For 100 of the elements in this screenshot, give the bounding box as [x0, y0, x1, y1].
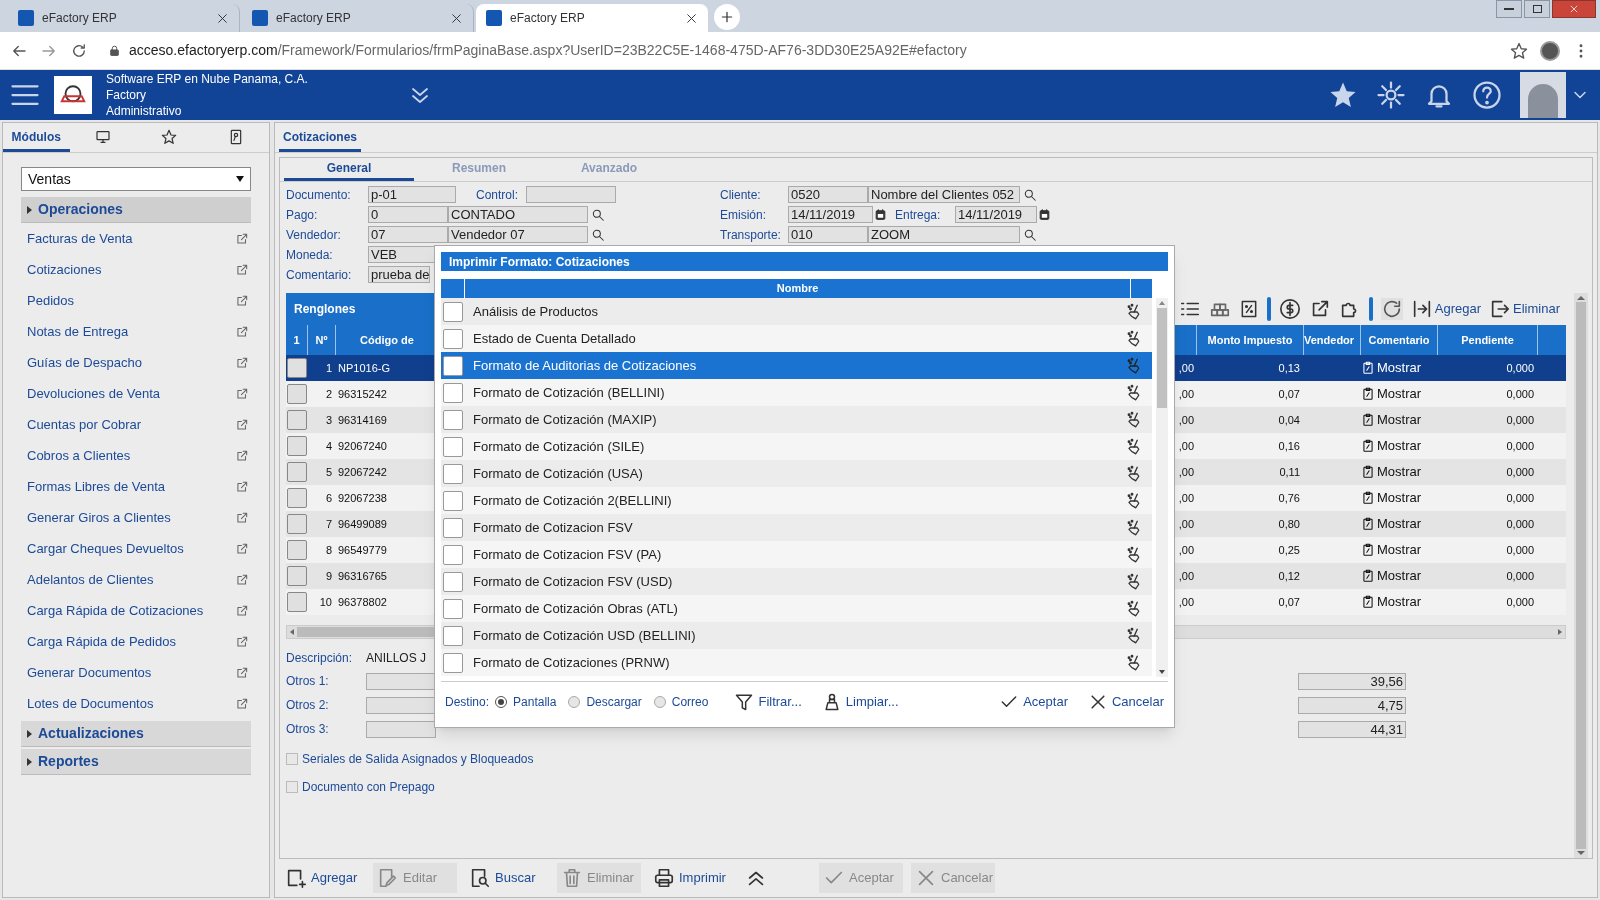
format-row[interactable]: Formato de Cotización Obras (ATL) — [441, 595, 1152, 622]
row-checkbox[interactable] — [443, 490, 463, 511]
row-checkbox[interactable] — [443, 382, 463, 403]
vertical-scrollbar[interactable] — [1574, 293, 1588, 858]
input-field[interactable]: ZOOM — [868, 226, 1020, 243]
radio-label[interactable]: Correo — [671, 692, 709, 711]
format-row[interactable]: Estado de Cuenta Detallado — [441, 325, 1152, 352]
dialog-button[interactable]: Filtrar... — [734, 691, 802, 712]
settings-icon[interactable] — [1376, 80, 1406, 110]
input-field[interactable]: CONTADO — [448, 206, 588, 223]
module-link[interactable]: Devoluciones de Venta — [21, 378, 251, 409]
row-checkbox[interactable] — [287, 410, 307, 430]
module-link[interactable]: Carga Rápida de Pedidos — [21, 626, 251, 657]
search-icon[interactable] — [1023, 187, 1037, 202]
row-checkbox[interactable] — [443, 517, 463, 538]
module-link[interactable]: Adelantos de Clientes — [21, 564, 251, 595]
row-checkbox[interactable] — [287, 488, 307, 508]
row-checkbox[interactable] — [287, 358, 307, 378]
dialog-button[interactable]: Cancelar — [1087, 691, 1164, 712]
module-dropdown[interactable]: Ventas — [21, 167, 251, 191]
close-icon[interactable] — [216, 11, 229, 25]
help-icon[interactable] — [1472, 80, 1502, 110]
format-row[interactable]: Análisis de Productos — [441, 298, 1152, 325]
row-checkbox[interactable] — [287, 592, 307, 612]
section-header[interactable]: Operaciones — [21, 197, 251, 223]
row-checkbox[interactable] — [287, 462, 307, 482]
form-tab[interactable]: General — [284, 158, 414, 181]
input-field[interactable] — [526, 186, 616, 203]
format-row[interactable]: Formato de Cotizaciones (PRNW) — [441, 649, 1152, 676]
section-header[interactable]: Reportes — [21, 749, 251, 775]
format-row[interactable]: Formato de Auditorias de Cotizaciones — [441, 352, 1152, 379]
toolbar-button[interactable]: Buscar — [465, 863, 549, 893]
format-row[interactable]: Formato de Cotizacion FSV — [441, 514, 1152, 541]
row-checkbox[interactable] — [287, 514, 307, 534]
row-checkbox[interactable] — [443, 598, 463, 619]
format-row[interactable]: Formato de Cotizacion FSV (PA) — [441, 541, 1152, 568]
module-link[interactable]: Formas Libres de Venta — [21, 471, 251, 502]
row-checkbox[interactable] — [287, 384, 307, 404]
row-checkbox[interactable] — [443, 652, 463, 673]
comment-link[interactable]: Mostrar — [1361, 514, 1438, 534]
input-field[interactable]: 39,56 — [1298, 672, 1406, 690]
section-header[interactable]: Actualizaciones — [21, 721, 251, 747]
module-link[interactable]: Generar Giros a Clientes — [21, 502, 251, 533]
new-tab-button[interactable] — [714, 4, 740, 30]
input-field[interactable] — [366, 696, 436, 714]
format-row[interactable]: Formato de Cotización USD (BELLINI) — [441, 622, 1152, 649]
vertical-scrollbar[interactable] — [1156, 298, 1168, 677]
comment-link[interactable]: Mostrar — [1361, 566, 1438, 586]
input-field[interactable]: 07 — [368, 226, 448, 243]
radio-label[interactable]: Descargar — [586, 692, 642, 711]
add-row-button[interactable]: Agregar — [1410, 298, 1482, 320]
close-icon[interactable] — [450, 11, 463, 25]
row-checkbox[interactable] — [443, 544, 463, 565]
row-checkbox[interactable] — [443, 463, 463, 484]
toolbar-button[interactable]: Agregar — [281, 863, 365, 893]
comment-link[interactable]: Mostrar — [1361, 462, 1438, 482]
comment-link[interactable]: Mostrar — [1361, 410, 1438, 430]
row-checkbox[interactable] — [443, 409, 463, 430]
comment-link[interactable]: Mostrar — [1361, 358, 1438, 378]
input-field[interactable]: VEB — [368, 246, 436, 263]
document-tab[interactable]: Cotizaciones — [279, 124, 361, 152]
refresh-icon[interactable] — [1380, 298, 1403, 320]
search-icon[interactable] — [591, 227, 605, 242]
minimize-button[interactable] — [1496, 0, 1522, 18]
toolbar-button[interactable]: Imprimir — [649, 863, 733, 893]
search-icon[interactable] — [591, 207, 605, 222]
browser-tab[interactable]: eFactory ERP — [476, 4, 708, 32]
module-link[interactable]: Cobros a Clientes — [21, 440, 251, 471]
format-row[interactable]: Formato de Cotización (BELLINI) — [441, 379, 1152, 406]
checkbox[interactable] — [286, 753, 298, 765]
profile-avatar[interactable] — [1540, 40, 1560, 61]
sidebar-tab[interactable]: Módulos — [3, 124, 70, 152]
format-row[interactable]: Formato de Cotizacion FSV (USD) — [441, 568, 1152, 595]
comment-link[interactable]: Mostrar — [1361, 384, 1438, 404]
input-field[interactable]: 44,31 — [1298, 720, 1406, 738]
dialog-button[interactable]: Aceptar — [999, 691, 1068, 712]
module-link[interactable]: Cuentas por Cobrar — [21, 409, 251, 440]
input-field[interactable]: 0 — [368, 206, 448, 223]
input-field[interactable]: 14/11/2019 — [955, 206, 1037, 223]
radio-label[interactable]: Pantalla — [513, 692, 557, 711]
module-link[interactable]: Facturas de Venta — [21, 223, 251, 254]
reload-icon[interactable] — [70, 41, 88, 60]
row-checkbox[interactable] — [443, 571, 463, 592]
format-row[interactable]: Formato de Cotización (SILE) — [441, 433, 1152, 460]
radio-button[interactable] — [495, 695, 508, 708]
format-row[interactable]: Formato de Cotización (USA) — [441, 460, 1152, 487]
module-link[interactable]: Lotes de Documentos — [21, 688, 251, 719]
input-field[interactable]: p-01 — [368, 186, 456, 203]
module-link[interactable]: Pedidos — [21, 285, 251, 316]
format-row[interactable]: Formato de Cotización 2(BELLINI) — [441, 487, 1152, 514]
module-link[interactable]: Guías de Despacho — [21, 347, 251, 378]
comment-link[interactable]: Mostrar — [1361, 488, 1438, 508]
close-icon[interactable] — [685, 11, 698, 25]
module-link[interactable]: Carga Rápida de Cotizaciones — [21, 595, 251, 626]
radio-button[interactable] — [653, 695, 666, 708]
module-link[interactable]: Cargar Cheques Devueltos — [21, 533, 251, 564]
calendar-icon[interactable] — [874, 208, 887, 221]
comment-link[interactable]: Mostrar — [1361, 540, 1438, 560]
module-link[interactable]: Generar Documentos — [21, 657, 251, 688]
input-field[interactable]: 010 — [788, 226, 868, 243]
